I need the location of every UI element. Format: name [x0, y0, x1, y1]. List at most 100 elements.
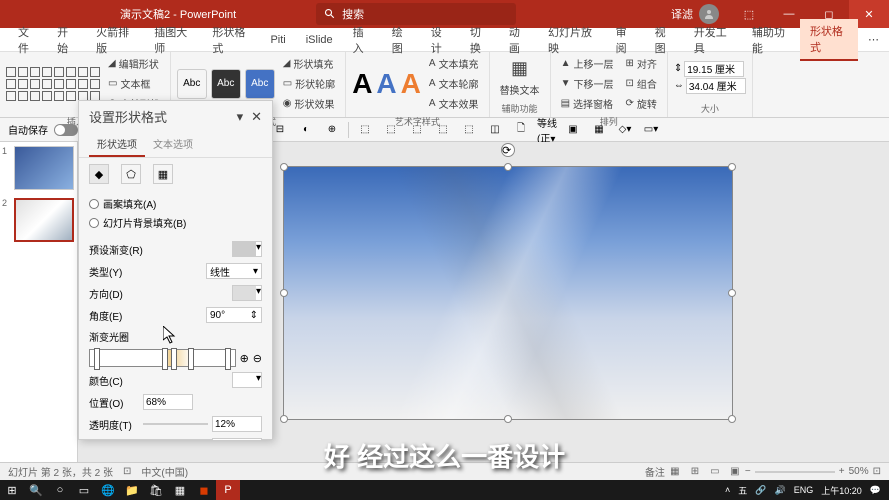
- fill-slide-bg-radio[interactable]: 幻灯片背景填充(B): [89, 213, 262, 232]
- qat-btn[interactable]: ⬚: [407, 120, 427, 140]
- qat-btn[interactable]: ⬚: [355, 120, 375, 140]
- type-combo[interactable]: 线性▾: [206, 263, 262, 279]
- selection-handle[interactable]: [504, 163, 512, 171]
- group-button[interactable]: ⊡组合: [621, 74, 660, 93]
- remove-stop-icon[interactable]: ⊖: [253, 352, 262, 365]
- text-outline-button[interactable]: A文本轮廓: [425, 74, 483, 93]
- start-button[interactable]: ⊞: [0, 480, 24, 500]
- selection-handle[interactable]: [280, 163, 288, 171]
- zoom-in-icon[interactable]: +: [839, 466, 845, 477]
- app-icon[interactable]: ▦: [168, 480, 192, 500]
- zoom-out-icon[interactable]: −: [745, 466, 751, 477]
- reading-view-icon[interactable]: ▭: [705, 464, 725, 480]
- tray-lang[interactable]: 五: [738, 484, 747, 497]
- style-preset-2[interactable]: Abc: [211, 69, 241, 99]
- tab-islide[interactable]: iSlide: [296, 30, 343, 50]
- slideshow-view-icon[interactable]: ▣: [725, 464, 745, 480]
- shape-effects-button[interactable]: ◉形状效果: [279, 94, 339, 113]
- bring-forward-button[interactable]: ▲上移一层: [557, 54, 618, 73]
- gradient-stop[interactable]: [225, 348, 231, 370]
- effects-icon[interactable]: ⬠: [121, 164, 141, 184]
- selection-pane-button[interactable]: ▤选择窗格: [557, 94, 618, 113]
- gradient-stops-bar[interactable]: [89, 349, 236, 367]
- align-button[interactable]: ⊞对齐: [621, 54, 660, 73]
- qat-btn[interactable]: 等线 (正▾: [537, 120, 557, 140]
- selection-handle[interactable]: [280, 289, 288, 297]
- tab-piti[interactable]: Piti: [260, 30, 295, 50]
- language-indicator[interactable]: 中文(中国): [141, 464, 188, 479]
- store-icon[interactable]: 🛍: [144, 480, 168, 500]
- transparency-slider[interactable]: [143, 423, 208, 425]
- slide-canvas[interactable]: ⟳: [283, 166, 733, 420]
- zoom-slider[interactable]: [755, 471, 835, 473]
- width-input[interactable]: [686, 78, 746, 94]
- send-backward-button[interactable]: ▼下移一层: [557, 74, 618, 93]
- wordart-preset-1[interactable]: A: [352, 68, 372, 100]
- angle-input[interactable]: 90°⇕: [206, 307, 262, 323]
- size-properties-icon[interactable]: ▦: [153, 164, 173, 184]
- tray-ime[interactable]: ENG: [794, 485, 814, 495]
- shape-fill-button[interactable]: ◢形状填充: [279, 54, 339, 73]
- direction-button[interactable]: ▾: [232, 285, 262, 301]
- pane-dropdown-icon[interactable]: ▾: [237, 109, 244, 125]
- shape-outline-button[interactable]: ▭形状轮廓: [279, 74, 339, 93]
- pane-tab-shape[interactable]: 形状选项: [89, 132, 145, 157]
- qat-btn[interactable]: ⬚: [433, 120, 453, 140]
- taskview-icon[interactable]: ▭: [72, 480, 96, 500]
- rotate-handle[interactable]: ⟳: [501, 143, 515, 157]
- height-input[interactable]: [684, 61, 744, 77]
- tab-shape-format-contextual[interactable]: 形状格式: [800, 19, 858, 61]
- fit-to-window-icon[interactable]: ⊡: [873, 466, 881, 477]
- selection-handle[interactable]: [728, 163, 736, 171]
- qat-btn[interactable]: ▣: [563, 120, 583, 140]
- qat-btn[interactable]: ⊕: [322, 120, 342, 140]
- share-button[interactable]: ⋯: [858, 29, 889, 50]
- alt-text-button[interactable]: ▦ 替换文本: [496, 56, 544, 99]
- sorter-view-icon[interactable]: ⊞: [685, 464, 705, 480]
- selection-handle[interactable]: [728, 289, 736, 297]
- text-effects-button[interactable]: A文本效果: [425, 94, 483, 113]
- style-preset-1[interactable]: Abc: [177, 69, 207, 99]
- accessibility-icon[interactable]: ⊡: [123, 466, 131, 477]
- brightness-input[interactable]: 0%: [212, 438, 262, 440]
- qat-btn[interactable]: ⬚: [459, 120, 479, 140]
- qat-btn[interactable]: ▦: [589, 120, 609, 140]
- pane-close-icon[interactable]: ✕: [251, 109, 262, 125]
- position-input[interactable]: 68%: [143, 394, 193, 410]
- tray-volume-icon[interactable]: 🔊: [775, 485, 786, 496]
- search-taskbar-icon[interactable]: 🔍: [24, 480, 48, 500]
- text-fill-button[interactable]: A文本填充: [425, 54, 483, 73]
- color-button[interactable]: ▾: [232, 372, 262, 388]
- tray-chevron-icon[interactable]: ˄: [725, 485, 730, 495]
- autosave-toggle[interactable]: [54, 124, 78, 136]
- wordart-preset-3[interactable]: A: [401, 68, 421, 100]
- preset-gradient-button[interactable]: ▾: [232, 241, 262, 257]
- transparency-input[interactable]: 12%: [212, 416, 262, 432]
- selection-handle[interactable]: [728, 415, 736, 423]
- qat-btn[interactable]: ◇▾: [615, 120, 635, 140]
- qat-btn[interactable]: ◐: [296, 120, 316, 140]
- explorer-icon[interactable]: 📁: [120, 480, 144, 500]
- fill-pattern-radio[interactable]: 画案填充(A): [89, 194, 262, 213]
- office-icon[interactable]: ◼: [192, 480, 216, 500]
- powerpoint-icon[interactable]: P: [216, 480, 240, 500]
- edge-icon[interactable]: 🌐: [96, 480, 120, 500]
- wordart-preset-2[interactable]: A: [376, 68, 396, 100]
- gradient-stop[interactable]: [188, 348, 194, 370]
- qat-btn[interactable]: ◫: [485, 120, 505, 140]
- qat-btn[interactable]: ▭▾: [641, 120, 661, 140]
- tray-network-icon[interactable]: 🔗: [755, 485, 766, 496]
- cortana-icon[interactable]: ○: [48, 480, 72, 500]
- selection-handle[interactable]: [280, 415, 288, 423]
- zoom-value[interactable]: 50%: [849, 466, 869, 477]
- qat-btn[interactable]: 🗋: [511, 120, 531, 140]
- gradient-stop[interactable]: [171, 348, 177, 370]
- qat-btn[interactable]: ⬚: [381, 120, 401, 140]
- gradient-stop[interactable]: [162, 348, 168, 370]
- gradient-stop[interactable]: [94, 348, 100, 370]
- tray-notifications-icon[interactable]: 💬: [870, 485, 881, 496]
- notes-button[interactable]: 备注: [645, 464, 665, 479]
- thumbnail-1[interactable]: 1: [4, 146, 73, 190]
- shape-gallery[interactable]: [6, 67, 100, 101]
- rotate-button[interactable]: ⟳旋转: [621, 94, 660, 113]
